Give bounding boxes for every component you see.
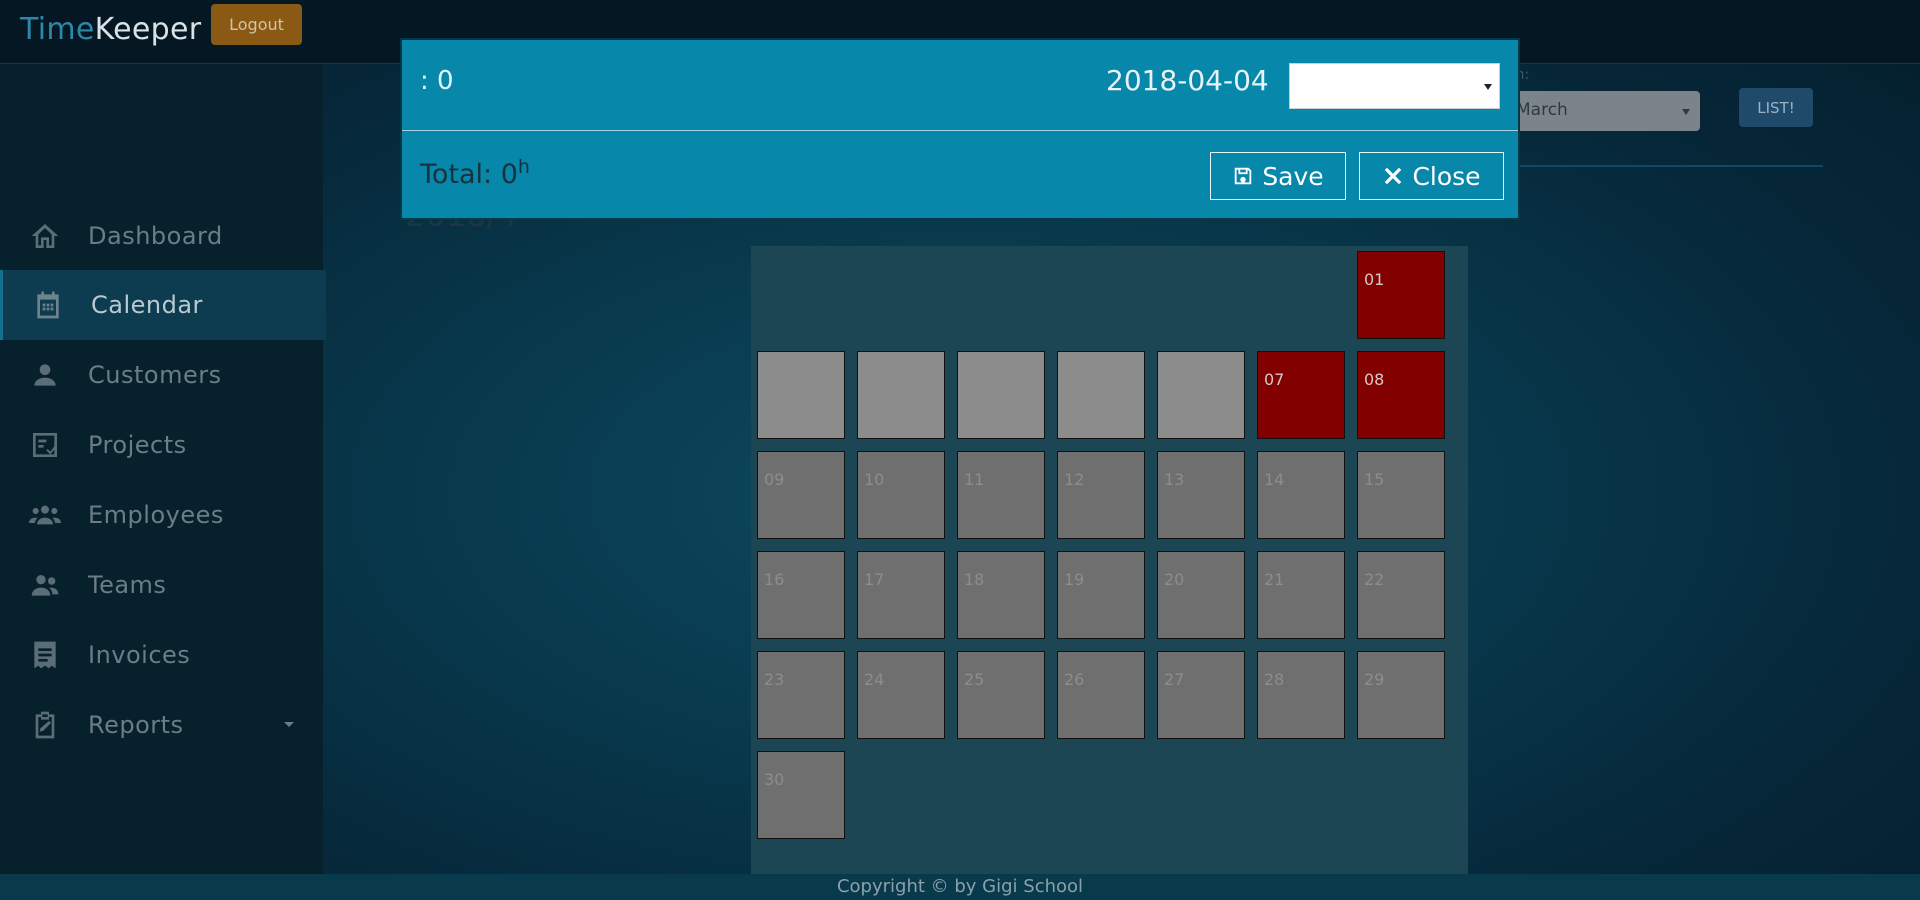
- close-label: Close: [1412, 161, 1481, 191]
- total-unit: h: [517, 156, 530, 178]
- users-group-icon: [28, 498, 62, 532]
- save-button[interactable]: Save: [1210, 152, 1346, 200]
- list-button[interactable]: LIST!: [1739, 88, 1813, 127]
- total-label: Total: 0: [420, 159, 518, 190]
- close-icon: [1385, 167, 1402, 185]
- calendar-day-empty[interactable]: [857, 351, 945, 439]
- calendar-day[interactable]: 28: [1257, 651, 1345, 739]
- sidebar-item-teams[interactable]: Teams: [0, 550, 323, 620]
- user-icon: [28, 358, 62, 392]
- home-icon: [28, 219, 62, 253]
- sidebar-item-label: Reports: [88, 711, 184, 739]
- sidebar-item-label: Employees: [88, 501, 224, 529]
- calendar-day[interactable]: 08: [1357, 351, 1445, 439]
- calendar-day[interactable]: 11: [957, 451, 1045, 539]
- total-hours: Total: 0h: [420, 156, 530, 190]
- sidebar-item-label: Projects: [88, 431, 187, 459]
- logout-button[interactable]: Logout: [211, 4, 302, 45]
- hours-modal: : 0 2018-04-04 Total: 0h Save Close: [400, 38, 1520, 220]
- calendar-day[interactable]: 14: [1257, 451, 1345, 539]
- calendar-day[interactable]: 09: [757, 451, 845, 539]
- chevron-down-icon: [1682, 109, 1690, 115]
- calendar-day[interactable]: 30: [757, 751, 845, 839]
- sidebar-item-calendar[interactable]: Calendar: [0, 270, 326, 340]
- calendar-day[interactable]: 01: [1357, 251, 1445, 339]
- sidebar-item-customers[interactable]: Customers: [0, 340, 323, 410]
- calendar-day[interactable]: 12: [1057, 451, 1145, 539]
- calendar-day[interactable]: 23: [757, 651, 845, 739]
- calendar-day[interactable]: 15: [1357, 451, 1445, 539]
- calendar-day[interactable]: 17: [857, 551, 945, 639]
- brand-logo[interactable]: TimeKeeper: [20, 12, 201, 47]
- calendar-day-empty[interactable]: [957, 351, 1045, 439]
- calendar-day[interactable]: 24: [857, 651, 945, 739]
- calendar-day[interactable]: 18: [957, 551, 1045, 639]
- receipt-icon: [28, 638, 62, 672]
- calendar-day[interactable]: 29: [1357, 651, 1445, 739]
- sidebar-item-dashboard[interactable]: Dashboard: [0, 201, 323, 271]
- save-label: Save: [1262, 161, 1324, 191]
- sidebar-item-label: Teams: [88, 571, 167, 599]
- chevron-down-icon[interactable]: [284, 722, 294, 727]
- modal-header: : 0 2018-04-04: [402, 40, 1518, 131]
- sidebar-item-employees[interactable]: Employees: [0, 480, 323, 550]
- floppy-disk-icon: [1235, 167, 1252, 185]
- calendar-day[interactable]: 13: [1157, 451, 1245, 539]
- checklist-icon: [28, 428, 62, 462]
- hours-text: : 0: [420, 66, 454, 96]
- calendar-day[interactable]: 21: [1257, 551, 1345, 639]
- calendar-day[interactable]: 27: [1157, 651, 1245, 739]
- calendar-day-empty[interactable]: [1057, 351, 1145, 439]
- sidebar-item-label: Dashboard: [88, 222, 223, 250]
- calendar-day[interactable]: 26: [1057, 651, 1145, 739]
- sidebar-item-invoices[interactable]: Invoices: [0, 620, 323, 690]
- calendar-day[interactable]: 22: [1357, 551, 1445, 639]
- modal-date: 2018-04-04: [1106, 64, 1269, 97]
- calendar-day[interactable]: 07: [1257, 351, 1345, 439]
- brand-part-1: Time: [20, 12, 95, 47]
- calendar-day[interactable]: 19: [1057, 551, 1145, 639]
- calendar-icon: [31, 288, 65, 322]
- sidebar-item-projects[interactable]: Projects: [0, 410, 323, 480]
- calendar-day[interactable]: 20: [1157, 551, 1245, 639]
- brand-part-2: Keeper: [94, 12, 202, 47]
- footer: Copyright © by Gigi School: [0, 874, 1920, 900]
- clipboard-icon: [28, 708, 62, 742]
- calendar-grid: 01 07 08 09 10 11 12 13 14 15 16 17 18 1…: [751, 246, 1468, 874]
- close-button[interactable]: Close: [1359, 152, 1504, 200]
- sidebar-item-label: Invoices: [88, 641, 191, 669]
- calendar-day[interactable]: 25: [957, 651, 1045, 739]
- month-select[interactable]: March: [1510, 91, 1700, 131]
- sidebar-item-reports[interactable]: Reports: [0, 690, 323, 760]
- sidebar-item-label: Customers: [88, 361, 222, 389]
- sidebar: Dashboard Calendar Customers Projects Em…: [0, 64, 326, 874]
- calendar-day[interactable]: 10: [857, 451, 945, 539]
- project-select[interactable]: [1289, 63, 1500, 109]
- sidebar-item-label: Calendar: [91, 291, 203, 319]
- chevron-down-icon: [1484, 84, 1492, 90]
- calendar-day-empty[interactable]: [1157, 351, 1245, 439]
- month-select-value: March: [1516, 100, 1568, 120]
- calendar-day-empty[interactable]: [757, 351, 845, 439]
- calendar-day[interactable]: 16: [757, 551, 845, 639]
- users-icon: [28, 568, 62, 602]
- divider: [1510, 165, 1823, 167]
